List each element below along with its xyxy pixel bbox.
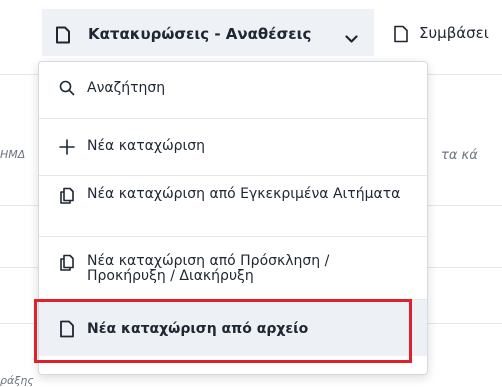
menu-item-label: Αναζήτηση — [87, 80, 166, 96]
plus-icon — [59, 139, 75, 159]
menu-item-label: Νέα καταχώριση — [87, 138, 206, 154]
menu-item-new-from-invitation[interactable]: Νέα καταχώριση από Πρόσκληση / Προκήρυξη… — [39, 237, 427, 299]
background-text-fragment: ΗΜΔ — [0, 148, 26, 161]
chevron-down-icon — [345, 29, 358, 48]
copy-document-icon — [59, 187, 75, 209]
menu-item-label: Νέα καταχώριση από Πρόσκληση / Προκήρυξη… — [87, 253, 330, 284]
background-text-fragment: ράξης — [0, 374, 34, 387]
menu-item-new-from-approved-requests[interactable]: Νέα καταχώριση από Εγκεκριμένα Αιτήματα — [39, 176, 427, 236]
document-icon — [393, 25, 409, 47]
document-icon — [55, 26, 71, 48]
menu-item-search[interactable]: Αναζήτηση — [39, 62, 427, 118]
copy-document-icon — [59, 254, 75, 276]
top-menubar: Κατακυρώσεις - Αναθέσεις Συμβάσει — [0, 0, 502, 56]
tab-label: Συμβάσει — [419, 24, 489, 42]
search-icon — [59, 80, 75, 100]
menu-item-new-entry[interactable]: Νέα καταχώριση — [39, 119, 427, 175]
menu-item-label: Νέα καταχώριση από Εγκεκριμένα Αιτήματα — [87, 186, 401, 202]
tab-label: Κατακυρώσεις - Αναθέσεις — [88, 25, 312, 43]
highlight-box — [34, 299, 412, 363]
tab-awards-assignments[interactable]: Κατακυρώσεις - Αναθέσεις — [42, 9, 374, 56]
background-text-fragment: τα κά — [441, 148, 478, 163]
